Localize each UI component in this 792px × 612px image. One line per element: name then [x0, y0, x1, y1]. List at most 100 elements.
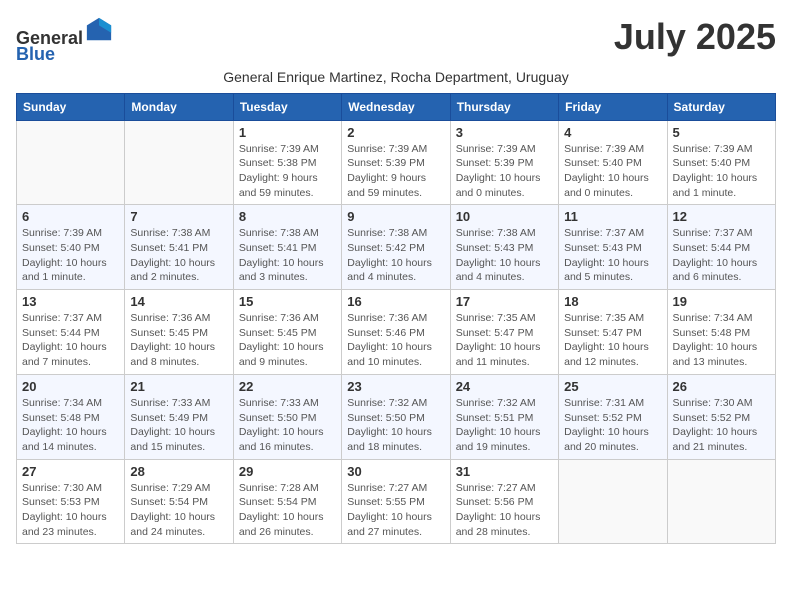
- calendar-day-cell: 30 Sunrise: 7:27 AMSunset: 5:55 PMDayligh…: [342, 459, 450, 544]
- day-info: Sunrise: 7:36 AMSunset: 5:45 PMDaylight:…: [130, 311, 227, 370]
- calendar-day-cell: 8 Sunrise: 7:38 AMSunset: 5:41 PMDaylight…: [233, 205, 341, 290]
- day-info: Sunrise: 7:39 AMSunset: 5:40 PMDaylight:…: [22, 226, 119, 285]
- day-info: Sunrise: 7:39 AMSunset: 5:38 PMDaylight:…: [239, 142, 336, 201]
- calendar-day-cell: [125, 120, 233, 205]
- calendar-day-cell: [559, 459, 667, 544]
- day-number: 27: [22, 464, 119, 479]
- day-info: Sunrise: 7:38 AMSunset: 5:43 PMDaylight:…: [456, 226, 553, 285]
- calendar-table: SundayMondayTuesdayWednesdayThursdayFrid…: [16, 93, 776, 545]
- calendar-day-cell: 17 Sunrise: 7:35 AMSunset: 5:47 PMDayligh…: [450, 290, 558, 375]
- calendar-week-row: 27 Sunrise: 7:30 AMSunset: 5:53 PMDayligh…: [17, 459, 776, 544]
- calendar-day-cell: 24Sunrise: 7:32 AMSunset: 5:51 PMDayligh…: [450, 374, 558, 459]
- calendar-day-cell: 18Sunrise: 7:35 AMSunset: 5:47 PMDayligh…: [559, 290, 667, 375]
- day-number: 18: [564, 294, 661, 309]
- calendar-day-cell: 15 Sunrise: 7:36 AMSunset: 5:45 PMDayligh…: [233, 290, 341, 375]
- calendar-day-cell: 31Sunrise: 7:27 AMSunset: 5:56 PMDayligh…: [450, 459, 558, 544]
- calendar-day-cell: 2Sunrise: 7:39 AMSunset: 5:39 PMDaylight…: [342, 120, 450, 205]
- day-info: Sunrise: 7:39 AMSunset: 5:40 PMDaylight:…: [673, 142, 770, 201]
- day-number: 17: [456, 294, 553, 309]
- calendar-day-cell: 14 Sunrise: 7:36 AMSunset: 5:45 PMDayligh…: [125, 290, 233, 375]
- calendar-day-cell: 28Sunrise: 7:29 AMSunset: 5:54 PMDayligh…: [125, 459, 233, 544]
- day-info: Sunrise: 7:39 AMSunset: 5:40 PMDaylight:…: [564, 142, 661, 201]
- day-number: 6: [22, 209, 119, 224]
- day-info: Sunrise: 7:34 AMSunset: 5:48 PMDaylight:…: [673, 311, 770, 370]
- calendar-day-cell: 20 Sunrise: 7:34 AMSunset: 5:48 PMDayligh…: [17, 374, 125, 459]
- logo-blue-text: Blue: [16, 44, 55, 64]
- day-info: Sunrise: 7:35 AMSunset: 5:47 PMDaylight:…: [456, 311, 553, 370]
- weekday-header-saturday: Saturday: [667, 93, 775, 120]
- day-number: 11: [564, 209, 661, 224]
- day-info: Sunrise: 7:38 AMSunset: 5:42 PMDaylight:…: [347, 226, 444, 285]
- logo-icon: [85, 16, 113, 44]
- calendar-week-row: 13 Sunrise: 7:37 AMSunset: 5:44 PMDayligh…: [17, 290, 776, 375]
- weekday-header-tuesday: Tuesday: [233, 93, 341, 120]
- calendar-day-cell: [17, 120, 125, 205]
- calendar-day-cell: 21 Sunrise: 7:33 AMSunset: 5:49 PMDayligh…: [125, 374, 233, 459]
- day-number: 14: [130, 294, 227, 309]
- day-number: 7: [130, 209, 227, 224]
- day-info: Sunrise: 7:36 AMSunset: 5:46 PMDaylight:…: [347, 311, 444, 370]
- calendar-week-row: 6 Sunrise: 7:39 AMSunset: 5:40 PMDaylight…: [17, 205, 776, 290]
- calendar-day-cell: 4Sunrise: 7:39 AMSunset: 5:40 PMDaylight…: [559, 120, 667, 205]
- day-info: Sunrise: 7:27 AMSunset: 5:55 PMDaylight:…: [347, 481, 444, 540]
- day-number: 20: [22, 379, 119, 394]
- day-info: Sunrise: 7:32 AMSunset: 5:50 PMDaylight:…: [347, 396, 444, 455]
- calendar-day-cell: 6 Sunrise: 7:39 AMSunset: 5:40 PMDaylight…: [17, 205, 125, 290]
- day-number: 1: [239, 125, 336, 140]
- day-info: Sunrise: 7:30 AMSunset: 5:52 PMDaylight:…: [673, 396, 770, 455]
- day-number: 8: [239, 209, 336, 224]
- day-number: 5: [673, 125, 770, 140]
- weekday-header-thursday: Thursday: [450, 93, 558, 120]
- day-info: Sunrise: 7:39 AMSunset: 5:39 PMDaylight:…: [456, 142, 553, 201]
- weekday-header-monday: Monday: [125, 93, 233, 120]
- calendar-day-cell: 19Sunrise: 7:34 AMSunset: 5:48 PMDayligh…: [667, 290, 775, 375]
- day-number: 30: [347, 464, 444, 479]
- day-number: 23: [347, 379, 444, 394]
- day-info: Sunrise: 7:29 AMSunset: 5:54 PMDaylight:…: [130, 481, 227, 540]
- day-number: 21: [130, 379, 227, 394]
- weekday-header-friday: Friday: [559, 93, 667, 120]
- day-info: Sunrise: 7:31 AMSunset: 5:52 PMDaylight:…: [564, 396, 661, 455]
- day-info: Sunrise: 7:27 AMSunset: 5:56 PMDaylight:…: [456, 481, 553, 540]
- calendar-day-cell: 5 Sunrise: 7:39 AMSunset: 5:40 PMDaylight…: [667, 120, 775, 205]
- day-info: Sunrise: 7:37 AMSunset: 5:44 PMDaylight:…: [673, 226, 770, 285]
- day-number: 10: [456, 209, 553, 224]
- day-info: Sunrise: 7:34 AMSunset: 5:48 PMDaylight:…: [22, 396, 119, 455]
- calendar-week-row: 20 Sunrise: 7:34 AMSunset: 5:48 PMDayligh…: [17, 374, 776, 459]
- day-number: 26: [673, 379, 770, 394]
- calendar-day-cell: 3 Sunrise: 7:39 AMSunset: 5:39 PMDaylight…: [450, 120, 558, 205]
- day-info: Sunrise: 7:37 AMSunset: 5:43 PMDaylight:…: [564, 226, 661, 285]
- day-info: Sunrise: 7:37 AMSunset: 5:44 PMDaylight:…: [22, 311, 119, 370]
- day-info: Sunrise: 7:30 AMSunset: 5:53 PMDaylight:…: [22, 481, 119, 540]
- logo: General Blue: [16, 16, 113, 65]
- calendar-week-row: 1 Sunrise: 7:39 AMSunset: 5:38 PMDaylight…: [17, 120, 776, 205]
- calendar-day-cell: 23 Sunrise: 7:32 AMSunset: 5:50 PMDayligh…: [342, 374, 450, 459]
- calendar-day-cell: 16 Sunrise: 7:36 AMSunset: 5:46 PMDayligh…: [342, 290, 450, 375]
- calendar-day-cell: 10 Sunrise: 7:38 AMSunset: 5:43 PMDayligh…: [450, 205, 558, 290]
- month-title: July 2025: [614, 16, 776, 58]
- page-header: General Blue July 2025: [16, 16, 776, 65]
- day-info: Sunrise: 7:38 AMSunset: 5:41 PMDaylight:…: [239, 226, 336, 285]
- day-number: 24: [456, 379, 553, 394]
- day-info: Sunrise: 7:33 AMSunset: 5:49 PMDaylight:…: [130, 396, 227, 455]
- calendar-day-cell: 1 Sunrise: 7:39 AMSunset: 5:38 PMDaylight…: [233, 120, 341, 205]
- calendar-day-cell: 27 Sunrise: 7:30 AMSunset: 5:53 PMDayligh…: [17, 459, 125, 544]
- day-info: Sunrise: 7:33 AMSunset: 5:50 PMDaylight:…: [239, 396, 336, 455]
- calendar-day-cell: [667, 459, 775, 544]
- calendar-day-cell: 7Sunrise: 7:38 AMSunset: 5:41 PMDaylight…: [125, 205, 233, 290]
- day-number: 16: [347, 294, 444, 309]
- day-number: 3: [456, 125, 553, 140]
- calendar-day-cell: 25 Sunrise: 7:31 AMSunset: 5:52 PMDayligh…: [559, 374, 667, 459]
- day-number: 15: [239, 294, 336, 309]
- day-info: Sunrise: 7:36 AMSunset: 5:45 PMDaylight:…: [239, 311, 336, 370]
- day-number: 9: [347, 209, 444, 224]
- calendar-day-cell: 29Sunrise: 7:28 AMSunset: 5:54 PMDayligh…: [233, 459, 341, 544]
- calendar-header-row: SundayMondayTuesdayWednesdayThursdayFrid…: [17, 93, 776, 120]
- calendar-day-cell: 13 Sunrise: 7:37 AMSunset: 5:44 PMDayligh…: [17, 290, 125, 375]
- day-number: 29: [239, 464, 336, 479]
- day-number: 13: [22, 294, 119, 309]
- day-number: 25: [564, 379, 661, 394]
- day-info: Sunrise: 7:39 AMSunset: 5:39 PMDaylight:…: [347, 142, 444, 201]
- calendar-day-cell: 11 Sunrise: 7:37 AMSunset: 5:43 PMDayligh…: [559, 205, 667, 290]
- calendar-day-cell: 9 Sunrise: 7:38 AMSunset: 5:42 PMDaylight…: [342, 205, 450, 290]
